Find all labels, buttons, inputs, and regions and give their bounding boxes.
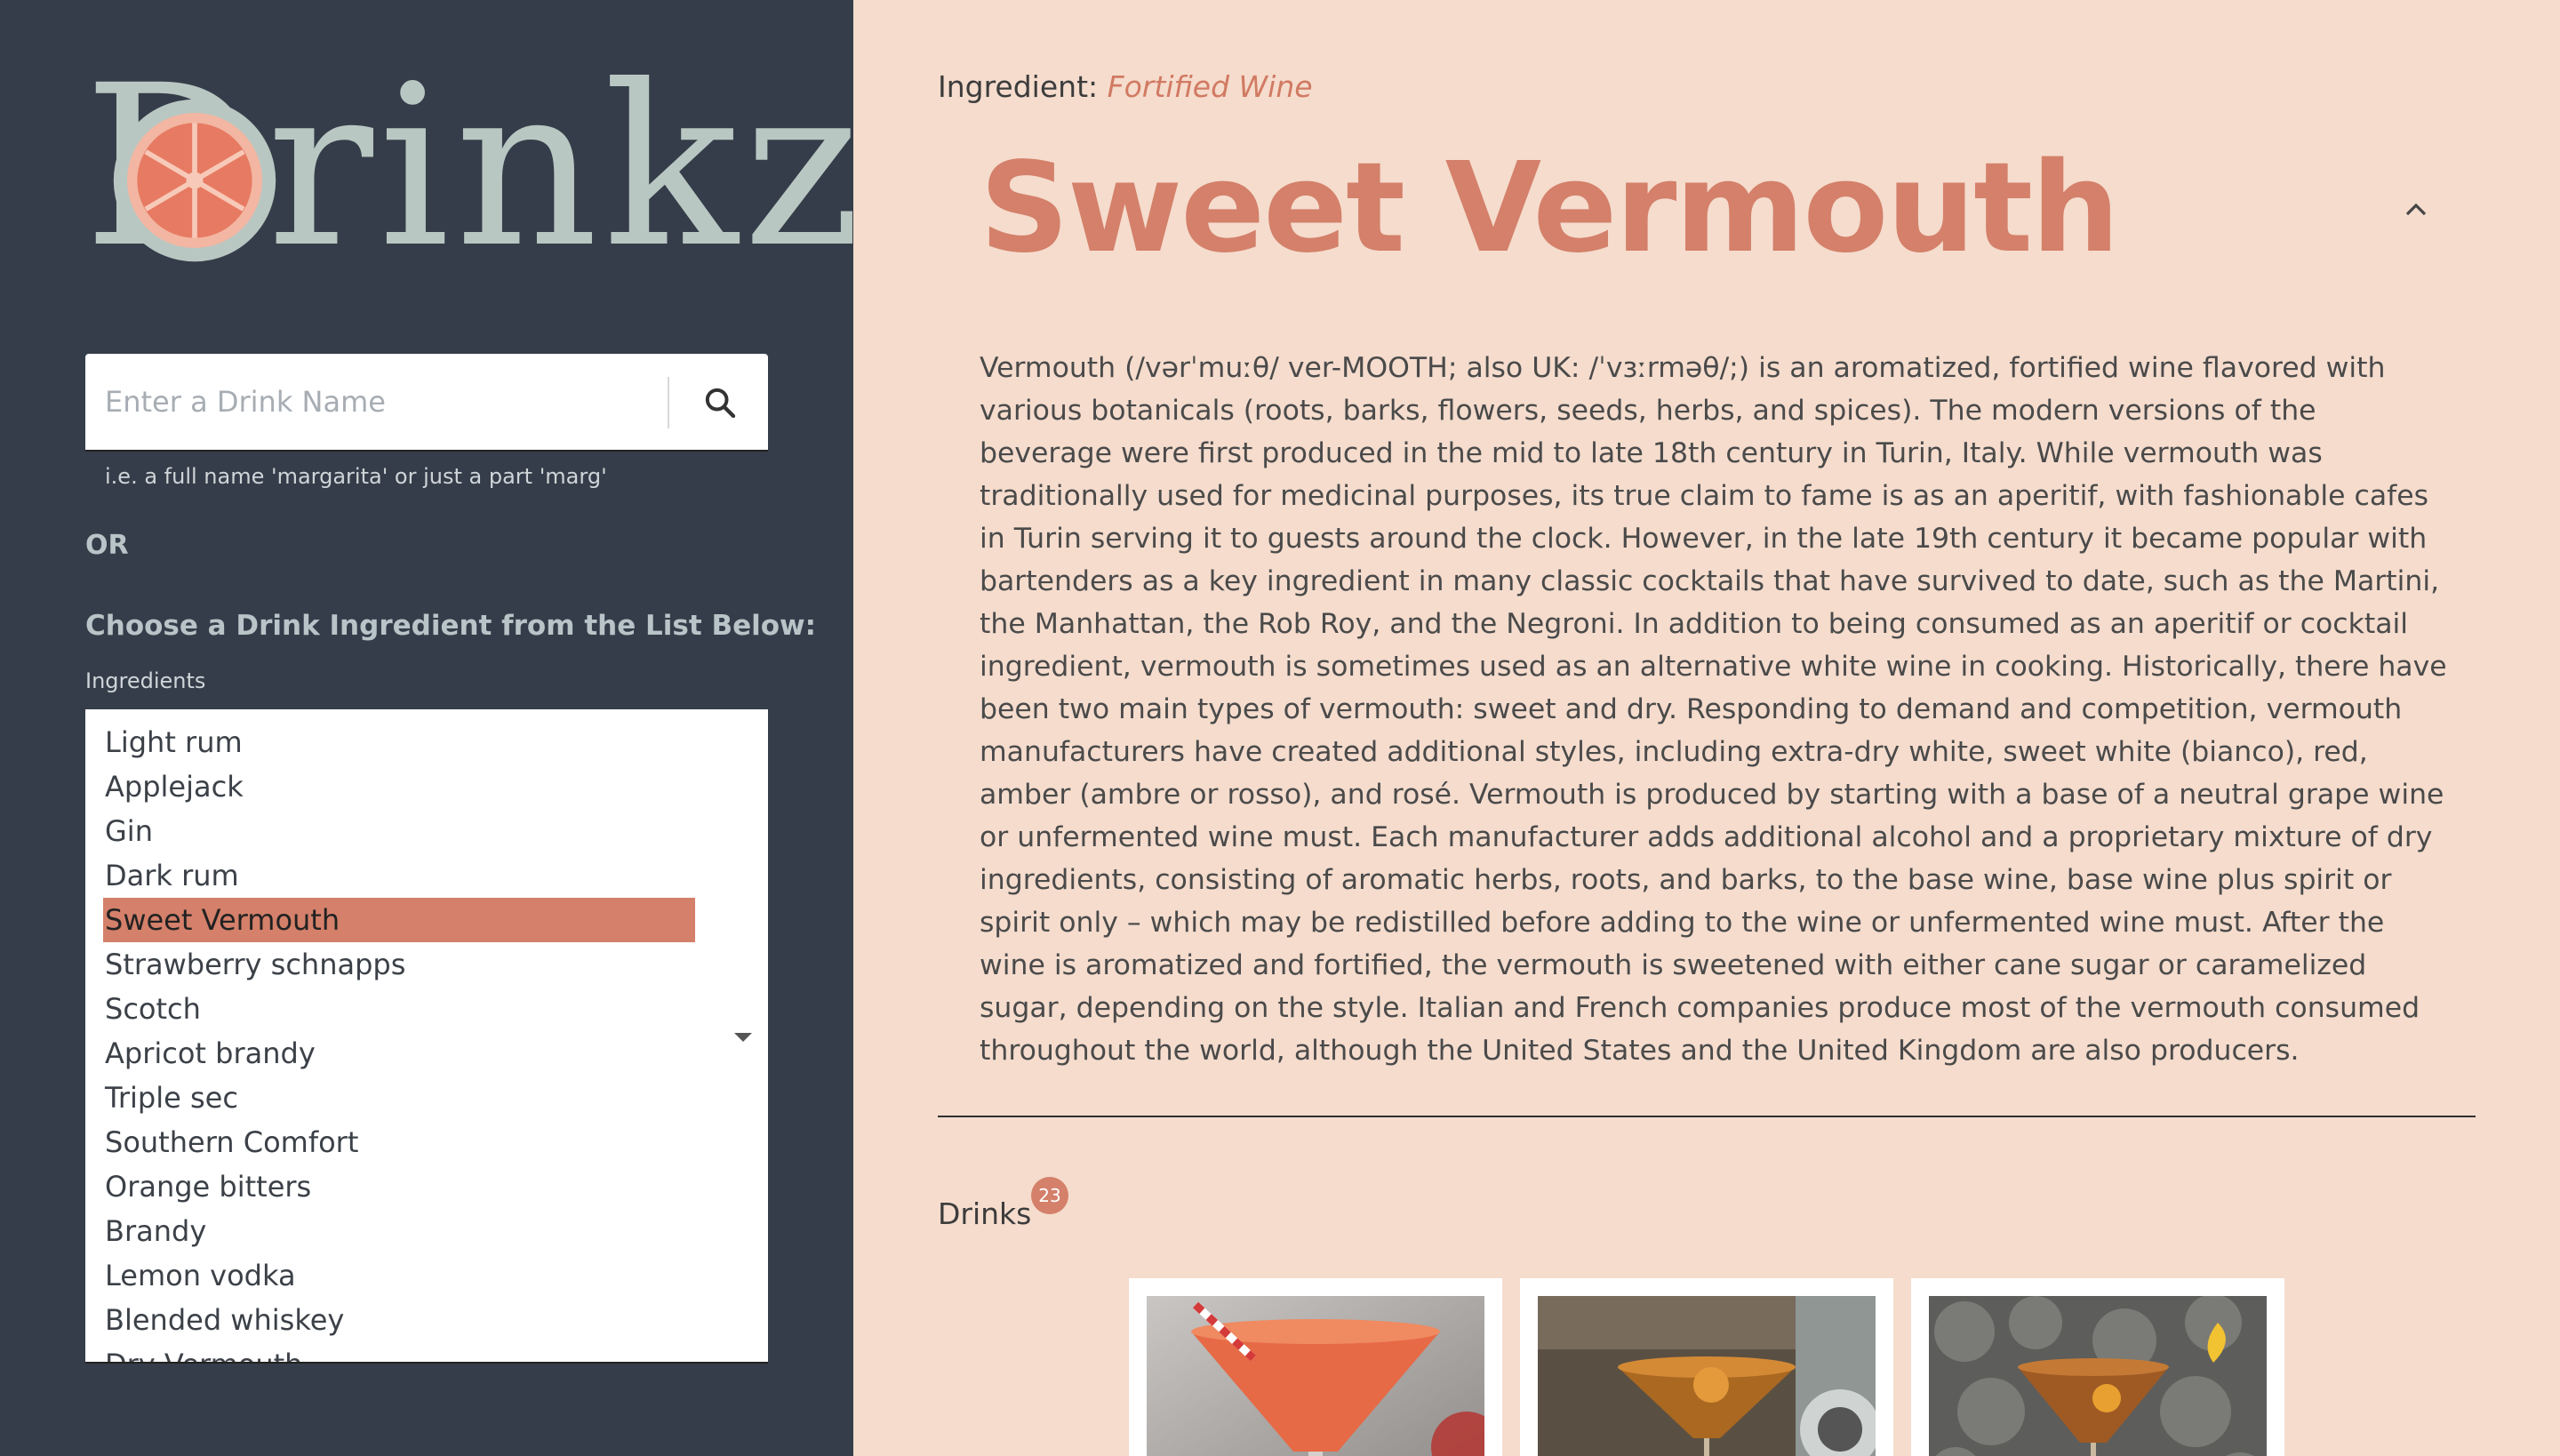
- main-content: Ingredient: Fortified Wine Sweet Vermout…: [853, 0, 2560, 1456]
- ingredient-option[interactable]: Scotch: [85, 987, 708, 1031]
- ingredient-option[interactable]: Sweet Vermouth: [103, 898, 695, 942]
- ingredient-option[interactable]: Gin: [85, 809, 708, 853]
- ingredient-option[interactable]: Dark rum: [85, 853, 708, 898]
- drink-card[interactable]: [1520, 1278, 1893, 1456]
- ingredient-option[interactable]: Applejack: [85, 764, 708, 809]
- chevron-up-icon: [2405, 203, 2427, 216]
- drink-card[interactable]: [1911, 1278, 2284, 1456]
- search-hint: i.e. a full name 'margarita' or just a p…: [105, 464, 607, 489]
- ingredient-option[interactable]: Southern Comfort: [85, 1120, 708, 1164]
- choose-ingredient-label: Choose a Drink Ingredient from the List …: [85, 610, 817, 642]
- ingredient-option[interactable]: Light rum: [85, 720, 708, 764]
- page-title: Sweet Vermouth: [980, 136, 2120, 281]
- or-label: OR: [85, 530, 129, 561]
- drink-photo: [1538, 1296, 1876, 1456]
- search-icon: [705, 388, 736, 419]
- ingredient-options: Light rum Applejack Gin Dark rum Sweet Vermo…: [85, 720, 708, 1362]
- ingredient-option[interactable]: Apricot brandy: [85, 1031, 708, 1076]
- ingredient-option[interactable]: Triple sec: [85, 1076, 708, 1120]
- collapse-button[interactable]: [2398, 192, 2434, 228]
- ingredient-option[interactable]: Dry Vermouth: [85, 1342, 708, 1362]
- search-box: [85, 354, 768, 452]
- breadcrumb-label: Ingredient:: [938, 69, 1099, 104]
- drinks-heading: Drinks: [938, 1196, 1032, 1231]
- drink-photo: [1147, 1296, 1484, 1456]
- search-button[interactable]: [690, 373, 750, 432]
- ingredient-description: Vermouth (/vərˈmuːθ/ ver-MOOTH; also UK:…: [980, 352, 2447, 1067]
- ingredient-option[interactable]: Orange bitters: [85, 1164, 708, 1209]
- ingredient-option[interactable]: Brandy: [85, 1209, 708, 1253]
- ingredient-option[interactable]: Strawberry schnapps: [85, 942, 708, 987]
- ingredients-label: Ingredients: [85, 668, 206, 693]
- breadcrumb: Ingredient: Fortified Wine: [938, 69, 1313, 104]
- section-divider: [938, 1116, 2476, 1117]
- dropdown-arrow-icon[interactable]: [734, 1033, 752, 1042]
- drink-card[interactable]: [1129, 1278, 1502, 1456]
- grapefruit-icon: [113, 99, 276, 262]
- logo[interactable]: Drinkz: [84, 52, 860, 283]
- drink-photo: [1929, 1296, 2267, 1456]
- drinks-count-badge: 23: [1031, 1177, 1068, 1214]
- breadcrumb-category[interactable]: Fortified Wine: [1108, 69, 1313, 104]
- ingredient-option[interactable]: Lemon vodka: [85, 1253, 708, 1298]
- search-input[interactable]: [105, 354, 727, 450]
- search-divider: [668, 377, 669, 428]
- ingredient-listbox[interactable]: Light rum Applejack Gin Dark rum Sweet Vermo…: [85, 709, 768, 1364]
- sidebar: Drinkz i.e. a full name 'marga: [0, 0, 860, 1456]
- ingredient-option[interactable]: Blended whiskey: [85, 1298, 708, 1342]
